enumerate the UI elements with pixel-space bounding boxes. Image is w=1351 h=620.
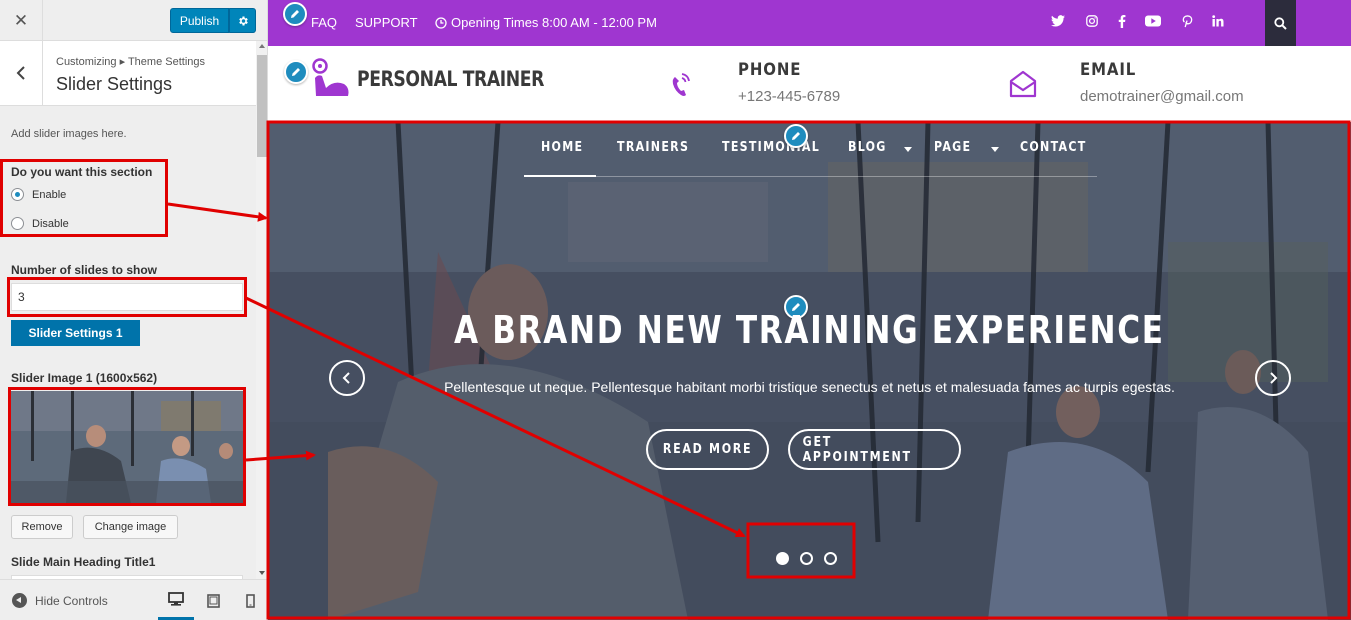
annotation-box-section-toggle	[0, 159, 168, 237]
search-icon	[1274, 16, 1287, 30]
slider-image-label: Slider Image 1 (1600x562)	[11, 371, 158, 385]
opening-times: Opening Times 8:00 AM - 12:00 PM	[435, 15, 657, 30]
envelope-icon	[1009, 70, 1037, 98]
close-icon[interactable]: ✕	[0, 0, 43, 41]
phone-icon	[672, 73, 690, 96]
clock-icon	[435, 16, 447, 29]
pinterest-icon[interactable]	[1178, 12, 1196, 30]
customizer-panel: ✕ Publish Customizing ▸ Theme Settings S…	[0, 0, 268, 620]
scroll-thumb[interactable]	[257, 55, 267, 157]
panel-scrollbar[interactable]	[256, 41, 267, 579]
publish-button[interactable]: Publish	[170, 8, 229, 33]
nav-home[interactable]: HOME	[541, 140, 583, 155]
slide-heading-text: A BRAND NEW TRAINING EXPERIENCE	[454, 308, 1165, 352]
desktop-preview-button[interactable]	[158, 580, 194, 620]
nav-contact[interactable]: CONTACT	[1020, 140, 1087, 155]
instagram-icon[interactable]	[1083, 12, 1101, 30]
slide-indicator-2[interactable]	[800, 552, 813, 565]
tablet-preview-button[interactable]	[195, 580, 231, 620]
mobile-icon	[245, 593, 255, 608]
back-button[interactable]	[0, 41, 43, 105]
edit-shortcut-pencil-icon[interactable]	[784, 124, 808, 148]
section-title: Slider Settings	[56, 74, 173, 94]
dumbbell-logo-icon[interactable]	[312, 58, 352, 98]
slide-indicator-3[interactable]	[824, 552, 837, 565]
slide-heading: A BRAND NEW TRAINING EXPERIENCE	[268, 308, 1351, 352]
facebook-icon[interactable]	[1113, 12, 1131, 30]
desktop-icon	[168, 591, 184, 606]
linkedin-icon[interactable]	[1209, 12, 1227, 30]
nav-divider	[596, 176, 1097, 177]
annotation-box-slider-image	[8, 387, 246, 506]
support-link[interactable]: SUPPORT	[355, 15, 418, 30]
youtube-icon[interactable]	[1144, 12, 1162, 30]
nav-trainers[interactable]: TRAINERS	[617, 140, 689, 155]
hero-slider: HOME TRAINERS TESTIMONIAL BLOG PAGE CONT…	[268, 122, 1351, 620]
get-appointment-label: GET APPOINTMENT	[802, 434, 912, 465]
slide-heading-title-label: Slide Main Heading Title1	[11, 555, 156, 569]
slider-prev-button[interactable]	[329, 360, 365, 396]
slide-indicator-1[interactable]	[776, 552, 789, 565]
change-image-button[interactable]: Change image	[83, 515, 178, 539]
read-more-button[interactable]: READ MORE	[646, 429, 769, 470]
opening-times-text: Opening Times 8:00 AM - 12:00 PM	[451, 15, 657, 30]
chevron-down-icon[interactable]	[904, 147, 912, 152]
site-logo-text[interactable]: PERSONAL TRAINER	[357, 67, 544, 91]
twitter-icon[interactable]	[1049, 12, 1067, 30]
site-topbar: FAQ SUPPORT Opening Times 8:00 AM - 12:0…	[268, 0, 1351, 46]
slider-next-button[interactable]	[1255, 360, 1291, 396]
slide-text: Pellentesque ut neque. Pellentesque habi…	[444, 379, 1175, 395]
chevron-down-icon[interactable]	[991, 147, 999, 152]
chevron-left-icon	[342, 372, 350, 384]
customizer-footer: Hide Controls	[0, 579, 267, 620]
remove-image-button[interactable]: Remove	[11, 515, 73, 539]
collapse-arrow-icon	[12, 593, 27, 608]
edit-shortcut-pencil-icon[interactable]	[284, 60, 308, 84]
mobile-preview-button[interactable]	[232, 580, 267, 620]
faq-link[interactable]: FAQ	[311, 15, 337, 30]
scroll-down-icon[interactable]	[259, 571, 265, 575]
phone-title: PHONE	[738, 60, 802, 80]
phone-value: +123-445-6789	[738, 88, 841, 105]
site-header: PERSONAL TRAINER PHONE +123-445-6789 EMA…	[268, 46, 1351, 122]
get-appointment-button[interactable]: GET APPOINTMENT	[788, 429, 961, 470]
nav-page[interactable]: PAGE	[934, 140, 971, 155]
tablet-icon	[206, 593, 220, 608]
customizer-header: ✕ Publish	[0, 0, 267, 41]
gym-hero-background-image	[268, 122, 1351, 620]
slider-settings-button[interactable]: Slider Settings 1	[11, 320, 140, 346]
edit-shortcut-pencil-icon[interactable]	[283, 2, 307, 26]
chevron-left-icon	[16, 66, 25, 80]
email-value[interactable]: demotrainer@gmail.com	[1080, 88, 1244, 105]
slides-count-label: Number of slides to show	[11, 263, 158, 277]
search-button[interactable]	[1265, 0, 1296, 46]
email-title: EMAIL	[1080, 60, 1137, 80]
site-preview: FAQ SUPPORT Opening Times 8:00 AM - 12:0…	[268, 0, 1351, 620]
nav-active-underline	[524, 175, 596, 177]
hide-controls-label: Hide Controls	[35, 593, 108, 608]
breadcrumb: Customizing ▸ Theme Settings	[56, 56, 205, 68]
hide-controls-button[interactable]: Hide Controls	[12, 593, 108, 608]
section-header: Customizing ▸ Theme Settings Slider Sett…	[0, 41, 256, 106]
scroll-up-icon[interactable]	[259, 44, 265, 48]
chevron-right-icon	[1270, 372, 1278, 384]
annotation-box-slides-count	[7, 277, 247, 317]
section-description: Add slider images here.	[11, 128, 127, 140]
publish-settings-gear-icon[interactable]	[229, 8, 256, 33]
nav-blog[interactable]: BLOG	[848, 140, 887, 155]
read-more-label: READ MORE	[662, 442, 753, 457]
